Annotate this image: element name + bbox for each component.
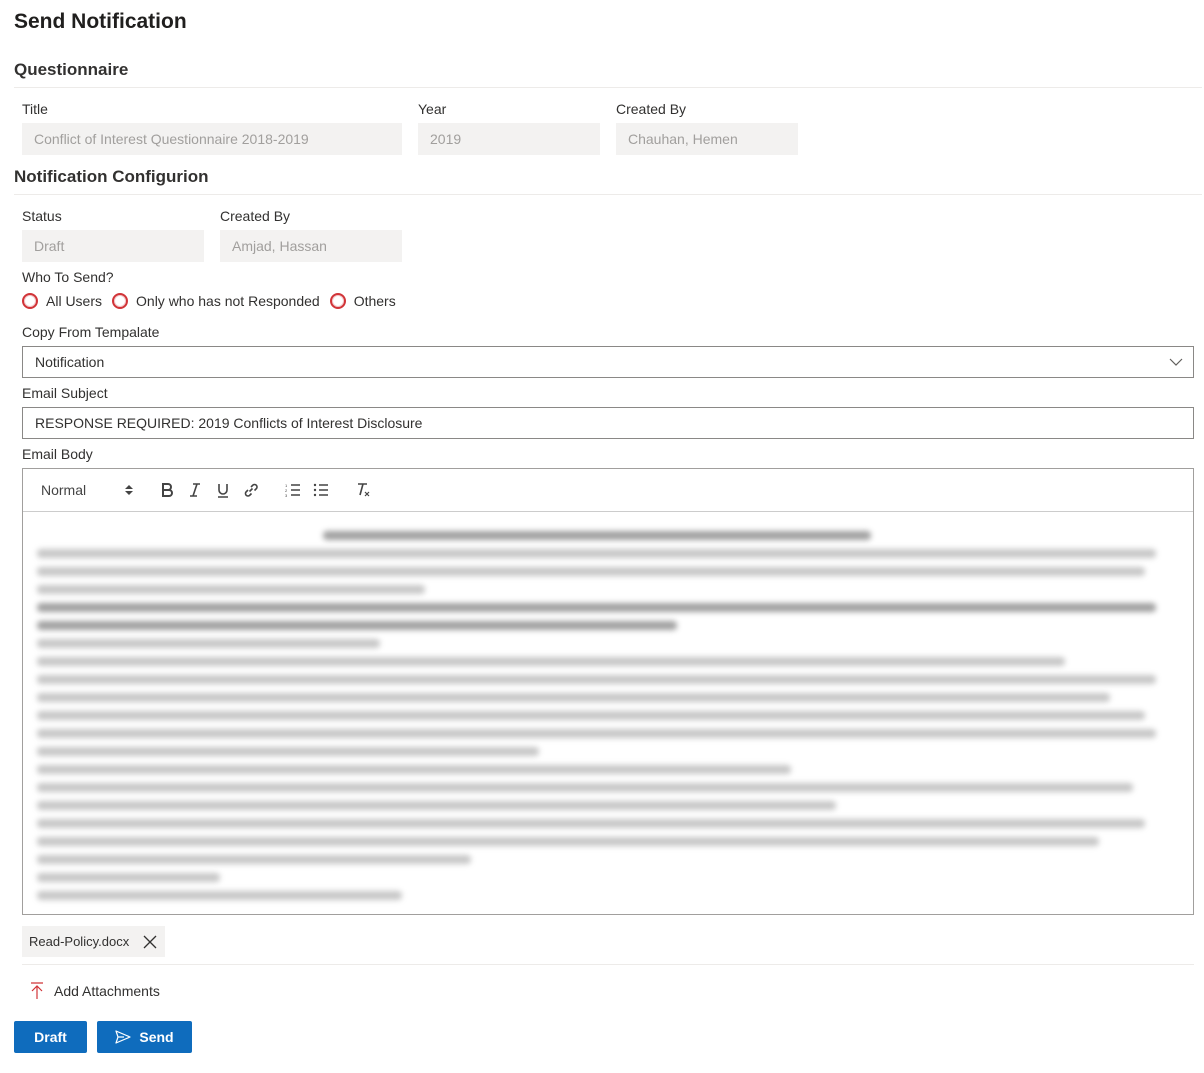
blurred-text-line [37, 567, 1145, 576]
blurred-text-line [37, 873, 220, 882]
attachment-chip: Read-Policy.docx [22, 926, 166, 957]
section-divider [14, 194, 1202, 195]
blurred-text-line [37, 747, 540, 756]
blurred-text-line [37, 693, 1111, 702]
editor-toolbar: Normal 123 [23, 469, 1193, 512]
copy-template-dropdown[interactable]: Notification [22, 346, 1194, 378]
add-attachments-button[interactable]: Add Attachments [30, 982, 160, 1000]
blurred-text-line [37, 675, 1157, 684]
blurred-text-line [37, 585, 426, 594]
add-attachments-label: Add Attachments [54, 983, 160, 999]
email-subject-input[interactable]: RESPONSE REQUIRED: 2019 Conflicts of Int… [22, 407, 1194, 439]
blurred-text-line [37, 549, 1157, 558]
send-button-label: Send [139, 1029, 174, 1045]
questionnaire-created-by-label: Created By [616, 101, 687, 117]
blurred-text-line [37, 783, 1134, 792]
who-to-send-radio-group: All Users Only who has not Responded Oth… [22, 293, 406, 309]
format-select[interactable]: Normal [41, 482, 133, 498]
radio-label: Others [353, 293, 396, 309]
ordered-list-icon[interactable]: 123 [279, 478, 307, 502]
section-title-notification: Notification Configurion [14, 167, 209, 186]
attachments-divider [22, 964, 1194, 965]
blurred-text-line [37, 729, 1157, 738]
upload-icon [31, 982, 43, 999]
bullet-list-icon[interactable] [307, 478, 335, 502]
notification-created-by-field: Amjad, Hassan [220, 230, 402, 262]
blurred-text-line [37, 819, 1145, 828]
format-select-value: Normal [41, 482, 87, 498]
blurred-text-line [37, 711, 1145, 720]
radio-circle[interactable] [112, 293, 129, 309]
title-field: Conflict of Interest Questionnaire 2018-… [22, 123, 402, 155]
send-icon [115, 1030, 131, 1044]
italic-icon[interactable] [181, 478, 209, 502]
section-divider [14, 87, 1202, 88]
year-field: 2019 [418, 123, 600, 155]
editor-content[interactable] [23, 512, 1193, 924]
radio-others[interactable]: Others [329, 293, 396, 309]
who-to-send-label: Who To Send? [22, 269, 114, 285]
radio-all-users[interactable]: All Users [22, 293, 102, 309]
blurred-text-line [37, 837, 1100, 846]
radio-label: All Users [46, 293, 103, 309]
draft-button-label: Draft [34, 1029, 67, 1045]
blurred-text-line [37, 603, 1157, 612]
close-icon[interactable] [143, 935, 157, 949]
section-title-questionnaire: Questionnaire [14, 60, 129, 79]
bold-icon[interactable] [153, 478, 181, 502]
clear-format-icon[interactable] [349, 478, 377, 502]
blurred-text-line [37, 801, 837, 810]
questionnaire-created-by-field: Chauhan, Hemen [616, 123, 798, 155]
blurred-text-line [37, 855, 471, 864]
underline-icon[interactable] [209, 478, 237, 502]
email-body-label: Email Body [22, 446, 93, 462]
year-label: Year [418, 101, 447, 117]
radio-label: Only who has not Responded [136, 293, 320, 309]
blurred-text-line [37, 657, 1065, 666]
status-label: Status [22, 208, 62, 224]
email-body-editor[interactable]: Normal 123 [22, 468, 1194, 915]
chevron-down-icon[interactable] [1169, 355, 1183, 369]
blurred-text-line [322, 531, 871, 540]
svg-text:3: 3 [285, 493, 288, 497]
radio-not-responded[interactable]: Only who has not Responded [112, 293, 320, 309]
attachment-filename: Read-Policy.docx [29, 934, 130, 949]
dropdown-value: Notification [35, 354, 105, 370]
updown-icon [125, 485, 133, 495]
blurred-text-line [37, 621, 677, 630]
draft-button[interactable]: Draft [14, 1021, 87, 1053]
notification-created-by-label: Created By [220, 208, 291, 224]
email-subject-label: Email Subject [22, 385, 108, 401]
copy-template-label: Copy From Tempalate [22, 324, 160, 340]
page-title: Send Notification [14, 10, 187, 33]
send-button[interactable]: Send [97, 1021, 192, 1053]
radio-circle[interactable] [22, 293, 38, 309]
link-icon[interactable] [237, 478, 265, 502]
radio-circle[interactable] [329, 293, 346, 309]
blurred-text-line [37, 891, 403, 900]
blurred-text-line [37, 765, 791, 774]
blurred-text-line [37, 639, 380, 648]
status-field: Draft [22, 230, 204, 262]
title-label: Title [22, 101, 48, 117]
